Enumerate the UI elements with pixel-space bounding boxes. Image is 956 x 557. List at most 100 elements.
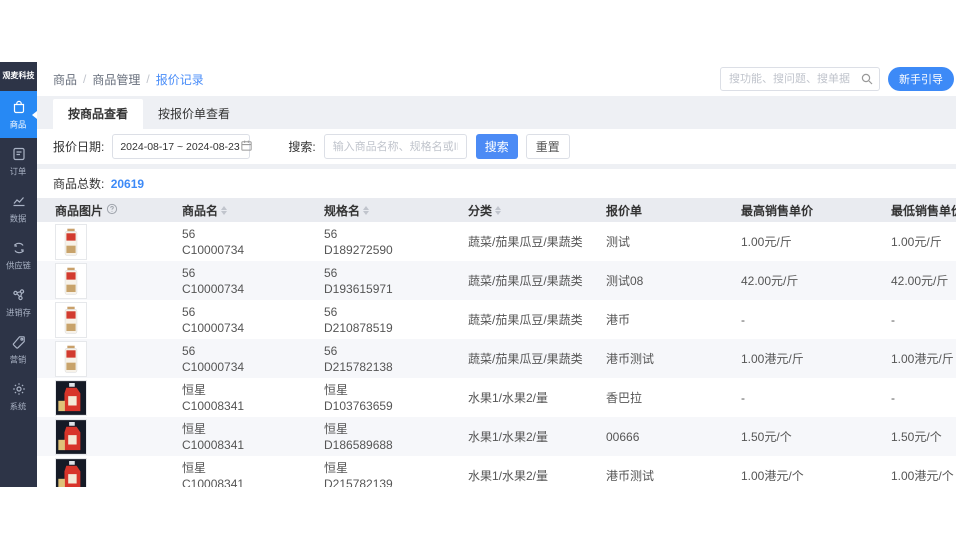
- col-product-name[interactable]: 商品名: [178, 202, 320, 219]
- keyword-filter-label: 搜索:: [288, 140, 316, 154]
- tag-icon: [11, 334, 27, 350]
- table-row: 恒星 C10008341 恒星 D215782139 水果1/水果2/量 港币测试 …: [37, 456, 956, 487]
- category-cell: 蔬菜/茄果瓜豆/果蔬类: [468, 274, 583, 288]
- sidebar-item-label: 商品: [10, 120, 27, 130]
- product-image-cell: [37, 457, 178, 487]
- global-search-box[interactable]: [720, 67, 880, 91]
- product-name-cell: 56 C10000734: [182, 226, 245, 257]
- product-image-cell: [37, 301, 178, 338]
- quote-sheet-cell: 测试: [606, 235, 631, 249]
- breadcrumb-item[interactable]: 商品管理: [92, 71, 140, 88]
- sidebar-item-data[interactable]: 数据: [0, 185, 37, 232]
- col-product-image: 商品图片: [37, 202, 178, 219]
- product-image[interactable]: [55, 340, 87, 377]
- spec-name-cell: 56 D193615971: [324, 265, 393, 296]
- product-total: 商品总数: 20619: [37, 169, 956, 198]
- product-image[interactable]: [55, 418, 87, 455]
- sidebar-item-supply-chain[interactable]: 供应链: [0, 232, 37, 279]
- sidebar-item-orders[interactable]: 订单: [0, 138, 37, 185]
- sidebar-item-inventory[interactable]: 进销存: [0, 279, 37, 326]
- search-button[interactable]: 搜索: [475, 134, 518, 159]
- reset-button[interactable]: 重置: [525, 134, 570, 159]
- category-cell: 蔬菜/茄果瓜豆/果蔬类: [468, 352, 583, 366]
- product-name-cell: 恒星 C10008341: [182, 382, 245, 413]
- spec-name-cell: 56 D210878519: [324, 304, 393, 335]
- min-price-cell: -: [891, 312, 895, 327]
- category-cell: 水果1/水果2/量: [468, 469, 549, 483]
- bottle-product-photo: [64, 267, 78, 295]
- product-image-cell: [37, 262, 178, 299]
- breadcrumb-separator: /: [146, 72, 150, 86]
- max-price-cell: 1.50元/个: [741, 430, 792, 444]
- max-price-cell: 1.00港元/斤: [741, 352, 804, 366]
- sort-icon[interactable]: [363, 205, 370, 215]
- sidebar-item-marketing[interactable]: 营销: [0, 326, 37, 373]
- calendar-icon: [240, 139, 253, 155]
- min-price-cell: 1.00元/斤: [891, 235, 942, 249]
- table-row: 56 C10000734 56 D210878519 蔬菜/茄果瓜豆/果蔬类 港币 …: [37, 300, 956, 339]
- brand-logo: 观麦科技: [2, 71, 35, 80]
- products-table: 商品图片 商品名 规格名 分类 报价单 最高销售单价 最低销售单价 56 C10…: [37, 198, 956, 487]
- product-image-cell: [37, 418, 178, 455]
- table-row: 56 C10000734 56 D215782138 蔬菜/茄果瓜豆/果蔬类 港币测…: [37, 339, 956, 378]
- help-circle-icon[interactable]: [106, 203, 118, 218]
- sort-icon[interactable]: [221, 205, 228, 215]
- search-icon[interactable]: [860, 72, 874, 91]
- product-name-cell: 恒星 C10008341: [182, 421, 245, 452]
- sort-icon[interactable]: [495, 205, 502, 215]
- quote-sheet-cell: 测试08: [606, 274, 644, 288]
- breadcrumb-item[interactable]: 商品: [53, 71, 77, 88]
- col-spec-name[interactable]: 规格名: [320, 202, 464, 219]
- col-min-price: 最低销售单价: [891, 203, 956, 218]
- sidebar-item-label: 系统: [10, 402, 27, 412]
- global-search-input[interactable]: [729, 73, 855, 85]
- table-row: 56 C10000734 56 D189272590 蔬菜/茄果瓜豆/果蔬类 测试 …: [37, 222, 956, 261]
- bottle-product-photo: [64, 228, 78, 256]
- product-image[interactable]: [55, 301, 87, 338]
- red-jug-product-photo: [56, 380, 86, 415]
- spec-name-cell: 恒星 D186589688: [324, 421, 393, 452]
- max-price-cell: 1.00港元/个: [741, 469, 804, 483]
- product-image[interactable]: [55, 379, 87, 416]
- table-card: 商品总数: 20619 商品图片 商品名 规格名 分类 报价单 最高销售单价 最…: [37, 169, 956, 487]
- order-doc-icon: [11, 146, 27, 162]
- min-price-cell: -: [891, 390, 895, 405]
- sidebar-item-label: 供应链: [6, 261, 31, 271]
- date-filter-label: 报价日期:: [53, 140, 105, 154]
- app-window: 观麦科技 商品 订单 数据 供应链 进销存 营销 系统 商品 / 商品管理 / …: [0, 62, 956, 487]
- max-price-cell: -: [741, 312, 745, 327]
- supply-arrows-icon: [11, 240, 27, 256]
- max-price-cell: 1.00元/斤: [741, 235, 792, 249]
- sidebar-item-label: 进销存: [6, 308, 31, 318]
- product-image-cell: [37, 379, 178, 416]
- sidebar-item-label: 数据: [10, 214, 27, 224]
- keyword-input[interactable]: [323, 134, 467, 159]
- max-price-cell: 42.00元/斤: [741, 274, 799, 288]
- product-image[interactable]: [55, 262, 87, 299]
- sidebar-item-goods[interactable]: 商品: [0, 91, 37, 138]
- product-total-value: 20619: [110, 177, 145, 191]
- tab-by-product[interactable]: 按商品查看: [53, 99, 144, 129]
- sidebar-item-system[interactable]: 系统: [0, 373, 37, 420]
- main-content: 商品 / 商品管理 / 报价记录 新手引导 按商品查看 按报价单查看: [37, 62, 956, 487]
- bottle-product-photo: [64, 306, 78, 334]
- sidebar-item-label: 订单: [10, 167, 27, 177]
- tab-by-quote-sheet[interactable]: 按报价单查看: [143, 99, 245, 129]
- product-image[interactable]: [55, 457, 87, 487]
- min-price-cell: 42.00元/斤: [891, 274, 949, 288]
- col-category[interactable]: 分类: [464, 202, 602, 219]
- newbie-guide-button[interactable]: 新手引导: [888, 67, 954, 91]
- sidebar-item-label: 营销: [10, 355, 27, 365]
- quote-sheet-cell: 港币: [606, 313, 631, 327]
- product-image[interactable]: [55, 223, 87, 260]
- category-cell: 蔬菜/茄果瓜豆/果蔬类: [468, 235, 583, 249]
- col-quote-sheet: 报价单: [606, 203, 643, 218]
- min-price-cell: 1.00港元/个: [891, 469, 954, 483]
- breadcrumb-separator: /: [83, 72, 87, 86]
- date-range-picker[interactable]: 2024-08-17 ~ 2024-08-23: [112, 134, 253, 159]
- quote-sheet-cell: 香巴拉: [606, 391, 643, 405]
- product-name-cell: 56 C10000734: [182, 304, 245, 335]
- spec-name-cell: 56 D215782138: [324, 343, 393, 374]
- bag-icon: [11, 99, 27, 115]
- red-jug-product-photo: [56, 458, 86, 487]
